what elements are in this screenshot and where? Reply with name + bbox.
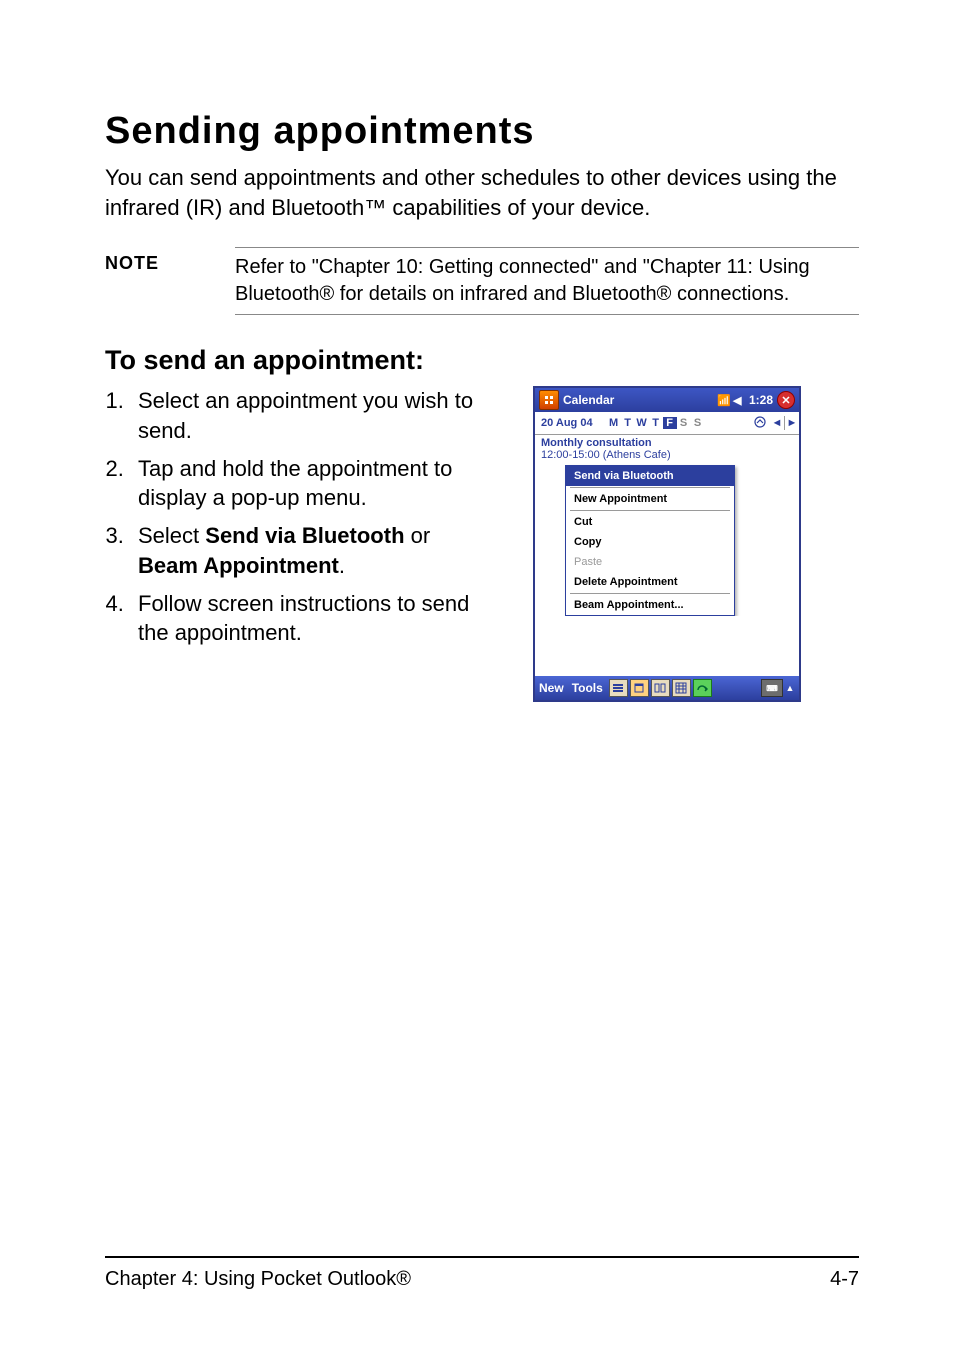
weekday-s1[interactable]: S (677, 417, 691, 429)
footer-right: 4-7 (830, 1268, 859, 1291)
weekday-picker[interactable]: M T W T F S S (607, 417, 705, 429)
prev-arrow-icon[interactable]: ◄ (770, 417, 784, 429)
step-4: Follow screen instructions to send the a… (130, 589, 475, 648)
app-title: Calendar (563, 393, 717, 407)
menu-send-bluetooth[interactable]: Send via Bluetooth (566, 466, 734, 486)
bottom-new[interactable]: New (535, 681, 568, 695)
step-3-pre: Select (138, 523, 205, 548)
next-arrow-icon[interactable]: ► (785, 417, 799, 429)
note-block: NOTE Refer to "Chapter 10: Getting conne… (105, 247, 859, 315)
calendar-screenshot: Calendar 📶 ◀ 1:28 ✕ 20 Aug 04 M T W T F (533, 386, 801, 702)
page-heading: Sending appointments (105, 110, 859, 153)
step-3-mid: or (405, 523, 431, 548)
bottom-bar: New Tools (535, 676, 799, 700)
year-icon[interactable] (754, 416, 768, 431)
title-bar: Calendar 📶 ◀ 1:28 ✕ (535, 388, 799, 412)
step-3-bold-1: Send via Bluetooth (205, 523, 404, 548)
note-label: NOTE (105, 247, 235, 315)
menu-paste: Paste (566, 552, 734, 572)
menu-separator-1 (570, 487, 730, 488)
intro-paragraph: You can send appointments and other sche… (105, 163, 859, 222)
footer-left: Chapter 4: Using Pocket Outlook® (105, 1268, 411, 1291)
step-3: Select Send via Bluetooth or Beam Appoin… (130, 521, 475, 580)
current-date[interactable]: 20 Aug 04 (535, 417, 599, 429)
page-footer: Chapter 4: Using Pocket Outlook® 4-7 (105, 1256, 859, 1291)
view-year-icon[interactable] (693, 679, 712, 697)
step-3-post: . (339, 553, 345, 578)
menu-separator-2 (570, 510, 730, 511)
view-day-icon[interactable] (630, 679, 649, 697)
step-1: Select an appointment you wish to send. (130, 386, 475, 445)
view-month-icon[interactable] (672, 679, 691, 697)
weekday-t1[interactable]: T (621, 417, 635, 429)
weekday-w[interactable]: W (635, 417, 649, 429)
event-subtitle: 12:00-15:00 (Athens Cafe) (541, 449, 793, 461)
view-week-icon[interactable] (651, 679, 670, 697)
weekday-t2[interactable]: T (649, 417, 663, 429)
sip-arrow-icon[interactable]: ▲ (785, 683, 795, 693)
step-2: Tap and hold the appointment to display … (130, 454, 475, 513)
speaker-icon[interactable]: ◀ (733, 394, 747, 407)
menu-delete-appointment[interactable]: Delete Appointment (566, 572, 734, 592)
date-bar: 20 Aug 04 M T W T F S S ◄ (535, 412, 799, 435)
event-block[interactable]: Monthly consultation 12:00-15:00 (Athens… (535, 435, 799, 465)
weekday-m[interactable]: M (607, 417, 621, 429)
menu-cut[interactable]: Cut (566, 512, 734, 532)
weekday-s2[interactable]: S (691, 417, 705, 429)
signal-icon[interactable]: 📶 (717, 394, 731, 407)
step-3-bold-2: Beam Appointment (138, 553, 339, 578)
bottom-tools[interactable]: Tools (568, 681, 607, 695)
menu-separator-3 (570, 593, 730, 594)
subheading: To send an appointment: (105, 345, 859, 376)
menu-new-appointment[interactable]: New Appointment (566, 489, 734, 509)
event-title: Monthly consultation (541, 437, 793, 449)
menu-copy[interactable]: Copy (566, 532, 734, 552)
sip-keyboard-icon[interactable]: ⌨ (761, 679, 783, 697)
start-icon[interactable] (539, 390, 559, 410)
note-body: Refer to "Chapter 10: Getting connected"… (235, 247, 859, 315)
weekday-f[interactable]: F (663, 417, 677, 429)
clock-time[interactable]: 1:28 (749, 393, 773, 407)
context-menu: Send via Bluetooth New Appointment Cut C… (565, 465, 735, 616)
calendar-blank-area[interactable] (535, 616, 799, 676)
close-icon[interactable]: ✕ (777, 391, 795, 409)
menu-beam-appointment[interactable]: Beam Appointment... (566, 595, 734, 615)
step-list: Select an appointment you wish to send. … (105, 386, 475, 648)
view-agenda-icon[interactable] (609, 679, 628, 697)
